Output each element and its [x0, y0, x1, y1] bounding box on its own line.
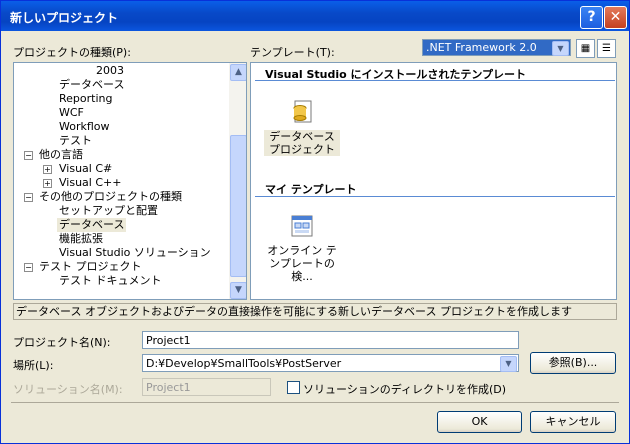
expand-icon[interactable]: +: [43, 165, 52, 174]
scroll-thumb[interactable]: [230, 135, 246, 277]
section-divider: [255, 80, 615, 81]
chevron-down-icon[interactable]: ▼: [500, 356, 517, 372]
tree-item[interactable]: その他のプロジェクトの種類: [39, 190, 182, 204]
tree-item[interactable]: Visual C#: [59, 162, 112, 176]
online-template-search-icon: [291, 215, 313, 237]
scroll-up-icon[interactable]: ▲: [230, 64, 246, 81]
project-name-label: プロジェクト名(N):: [13, 336, 111, 349]
template-database-project[interactable]: データベース プロジェクト: [264, 99, 340, 156]
tree-item[interactable]: 機能拡張: [59, 232, 103, 246]
large-icons-view-button[interactable]: ▦: [576, 39, 595, 58]
tree-item[interactable]: Reporting: [59, 92, 112, 106]
collapse-icon[interactable]: −: [24, 151, 33, 160]
tree-item[interactable]: Visual Studio ソリューション: [59, 246, 211, 260]
tree-item[interactable]: テスト: [59, 134, 92, 148]
help-button[interactable]: ?: [580, 6, 603, 29]
tree-item[interactable]: データベース: [59, 78, 124, 92]
project-types-label: プロジェクトの種類(P):: [13, 46, 131, 59]
database-project-icon: [293, 100, 312, 123]
create-solution-dir-checkbox[interactable]: [287, 381, 300, 394]
location-combo[interactable]: D:¥Develop¥SmallTools¥PostServer ▼: [142, 354, 519, 372]
templates-label: テンプレート(T):: [250, 46, 335, 59]
create-solution-dir-label[interactable]: ソリューションのディレクトリを作成(D): [303, 381, 506, 397]
section-divider: [255, 196, 615, 197]
template-label: オンライン テンプレートの検...: [267, 244, 337, 283]
template-description: データベース オブジェクトおよびデータの直接操作を可能にする新しいデータベース …: [13, 303, 617, 320]
close-button[interactable]: ✕: [604, 6, 627, 29]
template-online-search[interactable]: オンライン テンプレートの検...: [264, 213, 340, 283]
chevron-down-icon[interactable]: ▼: [552, 41, 569, 56]
template-label: データベース プロジェクト: [264, 130, 340, 156]
list-icon: ☰: [602, 43, 611, 54]
small-icons-view-button[interactable]: ☰: [597, 39, 616, 58]
location-label: 場所(L):: [13, 359, 54, 372]
tree-item-selected[interactable]: データベース: [57, 218, 127, 232]
tree-scrollbar[interactable]: ▲ ▼: [229, 63, 246, 299]
collapse-icon[interactable]: −: [24, 193, 33, 202]
tree-item[interactable]: セットアップと配置: [59, 204, 158, 218]
cancel-button[interactable]: キャンセル: [530, 411, 616, 433]
framework-select[interactable]: .NET Framework 2.0 ▼: [422, 39, 571, 56]
templates-panel[interactable]: Visual Studio にインストールされたテンプレート データベース プロ…: [250, 62, 617, 300]
solution-name-input: Project1: [142, 378, 271, 396]
tree-item[interactable]: テスト プロジェクト: [39, 260, 142, 274]
framework-value: .NET Framework 2.0: [426, 41, 537, 54]
project-name-input[interactable]: Project1: [142, 331, 519, 349]
divider: [11, 402, 619, 403]
tree-item[interactable]: Visual C++: [59, 176, 121, 190]
tree-item[interactable]: Workflow: [59, 120, 110, 134]
browse-button[interactable]: 参照(B)...: [530, 352, 616, 374]
tree-item[interactable]: 他の言語: [39, 148, 83, 162]
ok-button[interactable]: OK: [437, 411, 522, 433]
tree-item[interactable]: テスト ドキュメント: [59, 274, 162, 288]
expand-icon[interactable]: +: [43, 179, 52, 188]
collapse-icon[interactable]: −: [24, 263, 33, 272]
project-types-tree[interactable]: 2003 データベース Reporting WCF Workflow テスト −…: [13, 62, 247, 300]
new-project-dialog: 新しいプロジェクト ? ✕ プロジェクトの種類(P): テンプレート(T): .…: [0, 0, 630, 444]
location-value: D:¥Develop¥SmallTools¥PostServer: [146, 357, 342, 370]
scroll-down-icon[interactable]: ▼: [230, 282, 246, 299]
tree-item[interactable]: 2003: [96, 64, 124, 78]
title-bar: 新しいプロジェクト ? ✕: [1, 1, 629, 31]
large-icons-icon: ▦: [580, 43, 591, 54]
my-templates-header: マイ テンプレート: [265, 183, 357, 196]
solution-name-label: ソリューション名(M):: [13, 383, 123, 396]
tree-item[interactable]: WCF: [59, 106, 84, 120]
dialog-title: 新しいプロジェクト: [10, 11, 119, 25]
